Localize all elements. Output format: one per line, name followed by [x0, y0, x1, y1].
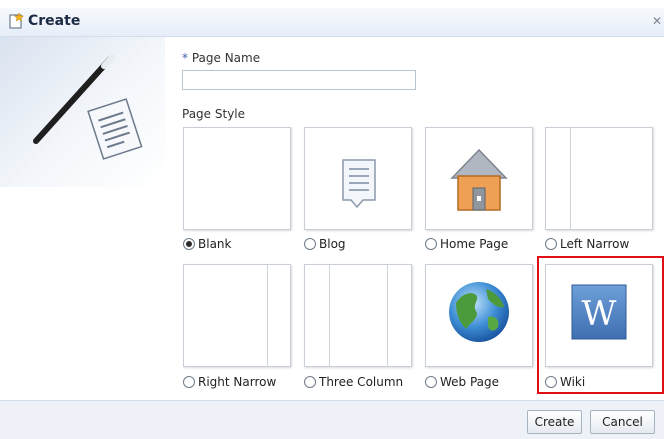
- style-tile-left-narrow[interactable]: [545, 127, 653, 230]
- wizard-illustration: [0, 37, 165, 187]
- style-tile-blog[interactable]: [304, 127, 412, 230]
- style-tile-web-page[interactable]: [425, 264, 533, 367]
- dialog-titlebar: Create ✕: [0, 8, 664, 37]
- option-three-column[interactable]: Three Column: [304, 373, 403, 391]
- page-name-label: * Page Name: [182, 51, 260, 65]
- page-name-label-text: Page Name: [191, 51, 261, 65]
- radio-web-page[interactable]: [425, 376, 437, 388]
- page-name-input[interactable]: [182, 70, 416, 90]
- create-dialog: Create ✕ * Page Name Page Style Blank Bl…: [0, 0, 664, 439]
- dialog-title: Create: [28, 13, 81, 29]
- style-tile-right-narrow[interactable]: [183, 264, 291, 367]
- option-three-column-label: Three Column: [319, 375, 404, 389]
- option-left-narrow[interactable]: Left Narrow: [545, 235, 629, 253]
- column-divider: [570, 128, 571, 229]
- option-web-page[interactable]: Web Page: [425, 373, 499, 391]
- option-home-page-label: Home Page: [440, 237, 509, 251]
- cancel-button[interactable]: Cancel: [590, 410, 655, 434]
- option-web-page-label: Web Page: [440, 375, 500, 389]
- style-tile-three-column[interactable]: [304, 264, 412, 367]
- close-icon[interactable]: ✕: [652, 14, 664, 28]
- style-tile-home-page[interactable]: [425, 127, 533, 230]
- option-right-narrow-label: Right Narrow: [198, 375, 277, 389]
- option-blank-label: Blank: [198, 237, 232, 251]
- document-icon: [342, 159, 376, 209]
- required-marker: *: [182, 51, 188, 65]
- wiki-highlight-box: [537, 256, 664, 394]
- option-left-narrow-label: Left Narrow: [560, 237, 630, 251]
- create-button[interactable]: Create: [527, 410, 582, 434]
- new-page-icon: [9, 13, 24, 29]
- radio-right-narrow[interactable]: [183, 376, 195, 388]
- radio-left-narrow[interactable]: [545, 238, 557, 250]
- option-blog-label: Blog: [319, 237, 346, 251]
- globe-icon: [449, 282, 509, 342]
- style-tile-blank[interactable]: [183, 127, 291, 230]
- option-home-page[interactable]: Home Page: [425, 235, 508, 253]
- radio-home-page[interactable]: [425, 238, 437, 250]
- page-style-label: Page Style: [182, 107, 246, 121]
- column-divider: [387, 265, 388, 366]
- option-right-narrow[interactable]: Right Narrow: [183, 373, 276, 391]
- column-divider: [329, 265, 330, 366]
- house-icon: [450, 148, 508, 211]
- radio-blog[interactable]: [304, 238, 316, 250]
- magic-wand-page-icon: [33, 54, 143, 160]
- column-divider: [267, 265, 268, 366]
- radio-blank[interactable]: [183, 238, 195, 250]
- option-blank[interactable]: Blank: [183, 235, 231, 253]
- radio-three-column[interactable]: [304, 376, 316, 388]
- option-blog[interactable]: Blog: [304, 235, 346, 253]
